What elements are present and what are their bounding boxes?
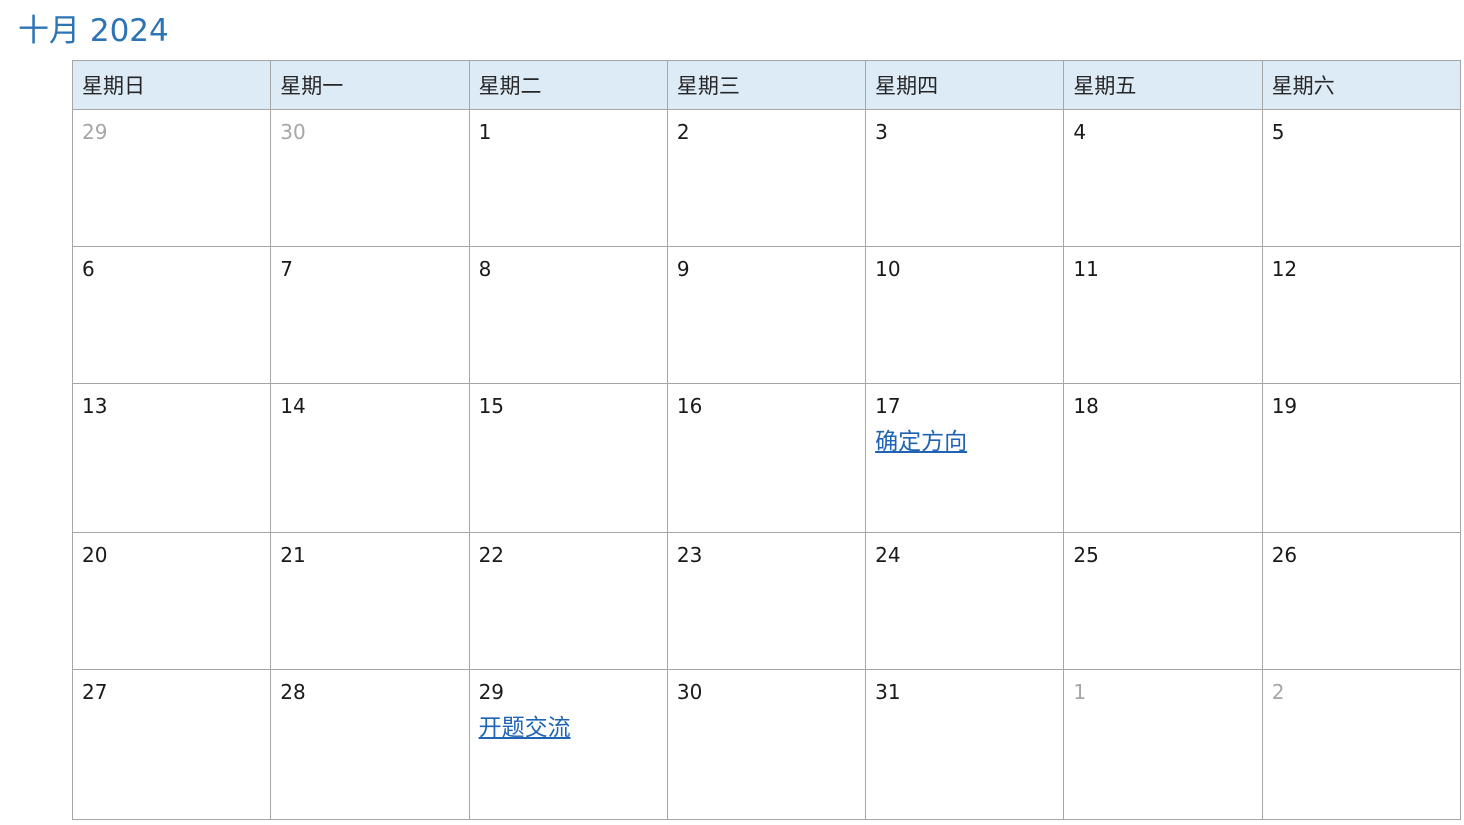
calendar-week-row: 13 14 15 16 17 确定方向 18 19 — [71, 383, 1462, 533]
day-cell[interactable]: 22 — [468, 532, 668, 670]
day-number: 9 — [676, 257, 690, 281]
calendar-week-row: 27 28 29 开题交流 30 31 1 2 — [71, 669, 1462, 820]
day-cell[interactable]: 29 开题交流 — [468, 669, 668, 820]
day-cell[interactable]: 12 — [1261, 246, 1462, 384]
day-number: 8 — [478, 257, 492, 281]
day-cell[interactable]: 3 — [865, 109, 1065, 247]
month-title: 十月 2024 — [18, 13, 169, 49]
day-number: 28 — [280, 680, 306, 704]
day-cell[interactable]: 11 — [1063, 246, 1263, 384]
day-number: 14 — [280, 394, 306, 418]
day-cell[interactable]: 19 — [1261, 383, 1462, 533]
day-cell[interactable]: 20 — [71, 532, 272, 670]
day-cell[interactable]: 18 — [1063, 383, 1263, 533]
weekday-header-wednesday: 星期三 — [666, 60, 867, 110]
day-number: 4 — [1073, 120, 1087, 144]
day-number-outside-month: 2 — [1271, 680, 1285, 704]
weekday-header-monday: 星期一 — [270, 60, 470, 110]
weekday-header-row: 星期日 星期一 星期二 星期三 星期四 星期五 星期六 — [71, 60, 1462, 110]
calendar-week-row: 20 21 22 23 24 25 26 — [71, 532, 1462, 670]
weekday-header-friday: 星期五 — [1063, 60, 1263, 110]
day-cell[interactable]: 7 — [270, 246, 470, 384]
day-number: 12 — [1271, 257, 1298, 281]
day-number: 27 — [82, 680, 108, 704]
day-cell[interactable]: 6 — [71, 246, 272, 384]
day-number: 30 — [676, 680, 703, 704]
day-number: 13 — [82, 394, 108, 418]
day-cell[interactable]: 30 — [666, 669, 867, 820]
day-cell[interactable]: 21 — [270, 532, 470, 670]
day-number: 2 — [676, 120, 690, 144]
day-number: 24 — [875, 543, 901, 567]
day-cell[interactable]: 26 — [1261, 532, 1462, 670]
day-cell[interactable]: 29 — [71, 109, 272, 247]
day-cell[interactable]: 1 — [1063, 669, 1263, 820]
weekday-header-tuesday: 星期二 — [468, 60, 668, 110]
day-number: 6 — [82, 257, 95, 281]
day-cell[interactable]: 4 — [1063, 109, 1263, 247]
day-number: 31 — [875, 680, 901, 704]
day-number: 21 — [280, 543, 306, 567]
day-cell[interactable]: 16 — [666, 383, 867, 533]
day-cell[interactable]: 13 — [71, 383, 272, 533]
day-number: 19 — [1271, 394, 1298, 418]
day-cell[interactable]: 1 — [468, 109, 668, 247]
day-number: 7 — [280, 257, 294, 281]
day-number: 17 — [875, 394, 901, 418]
day-number: 15 — [478, 394, 505, 418]
day-cell[interactable]: 9 — [666, 246, 867, 384]
day-cell[interactable]: 27 — [71, 669, 272, 820]
day-number: 16 — [676, 394, 703, 418]
day-number: 1 — [478, 120, 492, 144]
calendar-body: 29 30 1 2 3 4 5 6 7 8 9 10 11 12 13 14 15 16 17 确定方向 18 19 20 2… — [71, 109, 1462, 820]
day-number: 11 — [1073, 257, 1099, 281]
day-number: 3 — [875, 120, 888, 144]
day-number-outside-month: 30 — [280, 120, 306, 144]
day-number: 18 — [1073, 394, 1099, 418]
day-cell[interactable]: 28 — [270, 669, 470, 820]
calendar-event-link[interactable]: 开题交流 — [479, 714, 571, 742]
day-number-outside-month: 29 — [82, 120, 108, 144]
day-cell[interactable]: 25 — [1063, 532, 1263, 670]
weekday-header-thursday: 星期四 — [865, 60, 1065, 110]
calendar-week-row: 6 7 8 9 10 11 12 — [71, 246, 1462, 384]
day-cell[interactable]: 30 — [270, 109, 470, 247]
weekday-header-sunday: 星期日 — [71, 60, 272, 110]
day-cell[interactable]: 17 确定方向 — [865, 383, 1065, 533]
day-cell[interactable]: 2 — [666, 109, 867, 247]
calendar-event-link[interactable]: 确定方向 — [875, 428, 967, 456]
day-cell[interactable]: 31 — [865, 669, 1065, 820]
day-number: 5 — [1271, 120, 1285, 144]
day-number: 20 — [82, 543, 108, 567]
day-cell[interactable]: 23 — [666, 532, 867, 670]
day-number: 26 — [1271, 543, 1298, 567]
weekday-header-saturday: 星期六 — [1261, 60, 1462, 110]
day-number: 23 — [676, 543, 703, 567]
day-cell[interactable]: 10 — [865, 246, 1065, 384]
day-cell[interactable]: 24 — [865, 532, 1065, 670]
calendar-grid: 星期日 星期一 星期二 星期三 星期四 星期五 星期六 29 30 1 2 3 4 5 6 7 8… — [71, 60, 1462, 820]
day-cell[interactable]: 2 — [1261, 669, 1462, 820]
day-number: 10 — [875, 257, 901, 281]
day-number: 25 — [1073, 543, 1099, 567]
day-cell[interactable]: 15 — [468, 383, 668, 533]
calendar-week-row: 29 30 1 2 3 4 5 — [71, 109, 1462, 247]
day-number: 22 — [478, 543, 505, 567]
day-number-outside-month: 1 — [1073, 680, 1087, 704]
day-cell[interactable]: 14 — [270, 383, 470, 533]
day-cell[interactable]: 8 — [468, 246, 668, 384]
day-number: 29 — [478, 680, 505, 704]
day-cell[interactable]: 5 — [1261, 109, 1462, 247]
